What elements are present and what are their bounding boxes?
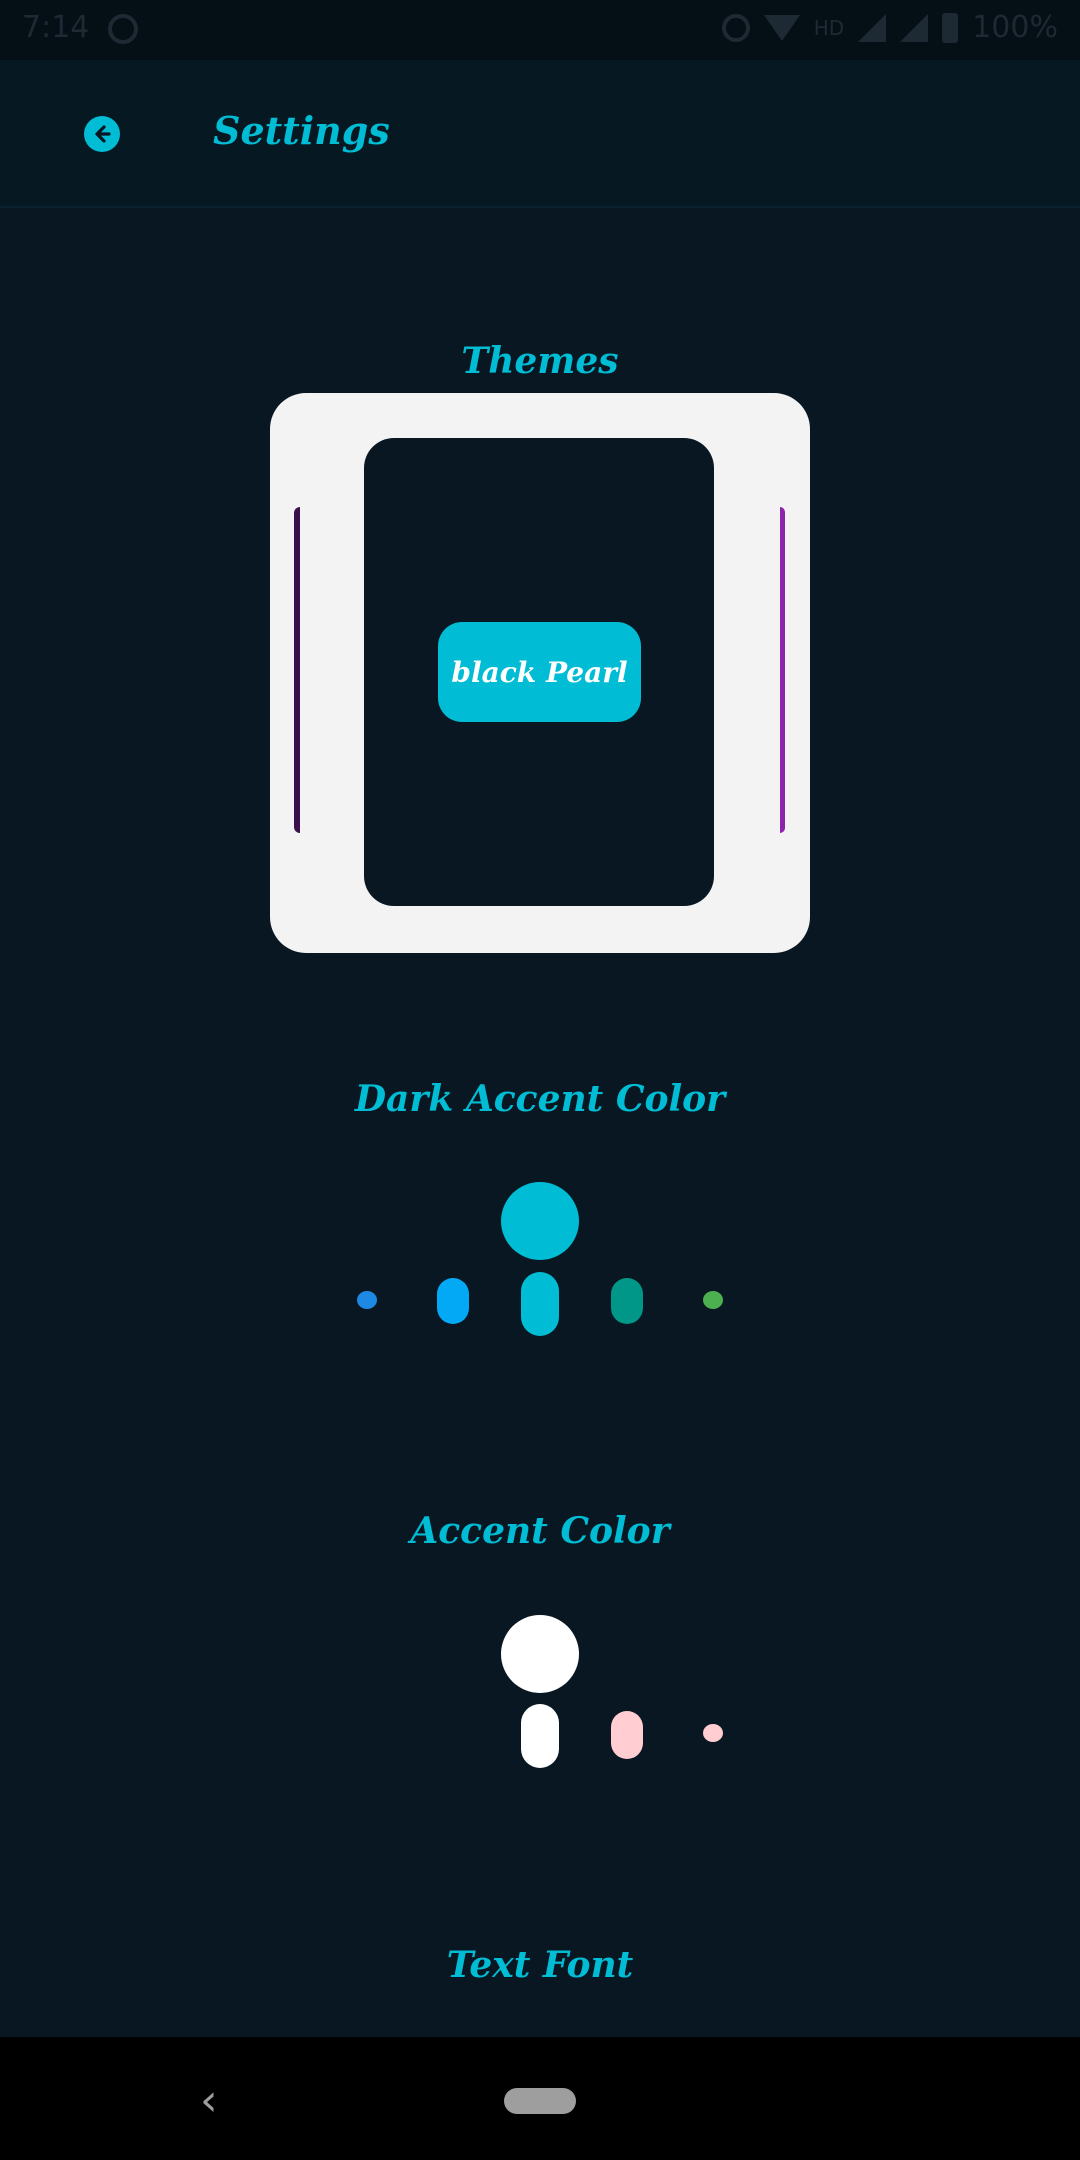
accent-option-white[interactable] — [521, 1704, 559, 1768]
dark-accent-option-blue[interactable] — [357, 1291, 377, 1309]
text-font-title: Text Font — [446, 1944, 634, 1986]
accent-selected-swatch — [501, 1615, 579, 1693]
dark-accent-option-light-blue[interactable] — [437, 1278, 469, 1324]
nav-back-icon[interactable]: ‹ — [200, 2075, 218, 2126]
accent-title: Accent Color — [410, 1510, 670, 1552]
dark-accent-option-green[interactable] — [703, 1291, 723, 1309]
dark-accent-option-cyan[interactable] — [521, 1272, 559, 1336]
dark-accent-option-teal[interactable] — [611, 1278, 643, 1324]
theme-preview-card[interactable]: black Pearl — [364, 438, 714, 906]
back-button[interactable] — [84, 116, 120, 152]
wifi-icon — [763, 14, 800, 41]
alarm-icon — [721, 13, 750, 42]
themes-title: Themes — [461, 340, 619, 382]
dark-accent-title: Dark Accent Color — [354, 1078, 726, 1120]
accent-option-pink[interactable] — [611, 1711, 643, 1759]
status-icons: HD 100% — [721, 10, 1058, 45]
accent-option-light-pink[interactable] — [703, 1724, 723, 1742]
next-theme-edge[interactable] — [780, 507, 785, 833]
battery-level: 100% — [972, 10, 1058, 45]
prev-theme-edge[interactable] — [294, 507, 300, 833]
theme-select-button[interactable]: black Pearl — [438, 622, 641, 722]
nav-home-pill[interactable] — [504, 2088, 576, 2114]
battery-icon — [942, 12, 959, 43]
signal-icon-2 — [900, 13, 929, 42]
dark-accent-selected-swatch — [501, 1182, 579, 1260]
arrow-left-icon — [95, 125, 111, 143]
app-bar: Settings — [0, 60, 1080, 208]
signal-icon — [858, 13, 887, 42]
theme-carousel[interactable]: black Pearl — [270, 393, 810, 953]
page-title: Settings — [213, 108, 390, 153]
sync-icon — [108, 14, 138, 44]
network-type: HD — [813, 15, 845, 40]
status-bar: 7:14 HD 100% — [0, 0, 1080, 60]
status-time: 7:14 — [22, 10, 90, 45]
navigation-bar: ‹ — [0, 2037, 1080, 2160]
